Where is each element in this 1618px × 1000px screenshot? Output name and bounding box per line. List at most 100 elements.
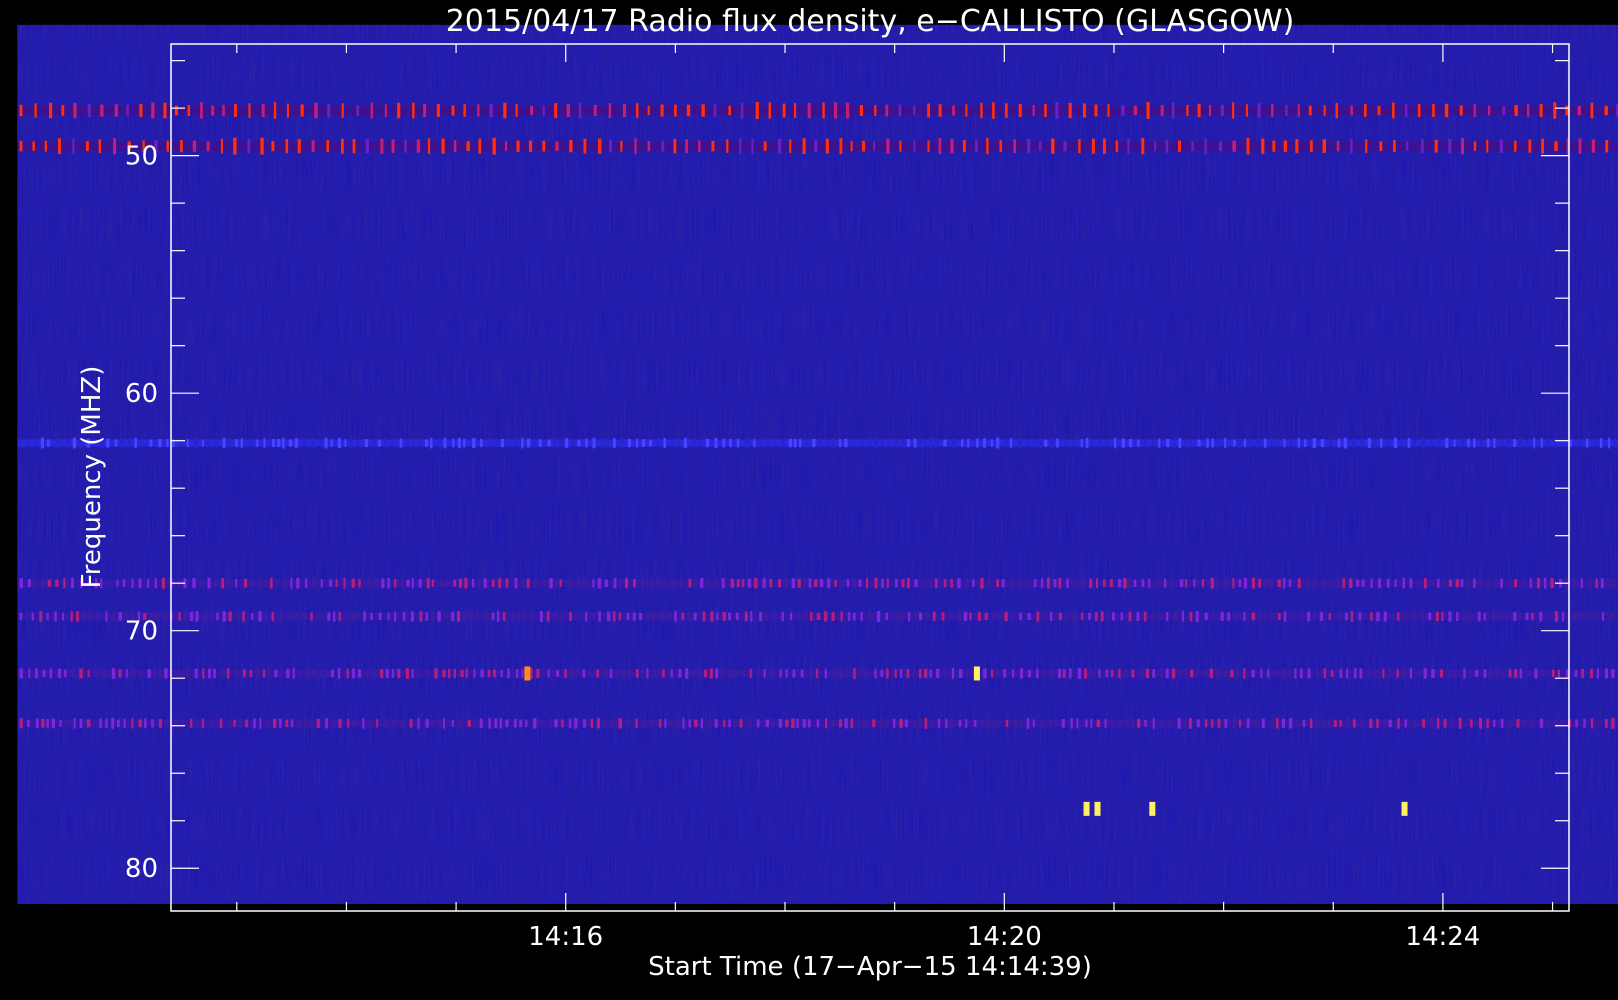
band-streak [1053,578,1057,588]
band-streak [1184,668,1188,679]
band-streak [824,611,828,622]
band-streak [1163,578,1167,588]
band-streak [1105,438,1109,448]
band-streak [1397,612,1400,621]
band-streak [325,718,329,729]
band-streak [1500,578,1503,588]
band-streak [1090,438,1093,448]
band-streak [1413,612,1416,621]
band-streak [264,579,268,588]
band-streak [1288,718,1293,729]
band-streak [900,610,904,622]
band-streak [424,439,429,447]
band-streak [1322,139,1327,153]
band-streak [1431,579,1435,587]
band-streak [1397,718,1400,729]
band-streak [290,719,294,728]
band-streak [1379,141,1383,152]
band-streak [818,438,821,448]
band-streak [827,578,831,589]
band-streak [759,611,762,622]
band-streak [1195,611,1199,622]
band-streak [1565,105,1569,116]
band-streak [215,438,218,448]
band-streak [46,612,49,621]
band-streak [318,611,321,622]
band-streak [451,719,454,727]
band-streak [64,669,67,678]
band-streak [1173,437,1176,449]
band-streak [1386,578,1390,588]
band-streak [256,439,259,447]
band-streak [1220,611,1224,621]
band-streak [499,718,502,729]
band-streak [1277,612,1281,621]
band-streak [552,611,556,622]
band-streak [351,611,355,622]
band-streak [913,105,916,116]
band-streak [865,668,868,679]
band-streak [457,437,461,449]
band-streak [1049,611,1053,621]
band-streak [268,669,272,678]
band-streak [1527,669,1531,678]
band-streak [1111,718,1114,729]
band-streak [1273,669,1276,678]
band-streak [1146,102,1150,119]
band-streak [683,437,688,449]
band-streak [569,139,573,153]
band-streak [730,578,735,588]
band-streak [1088,612,1091,621]
band-streak [116,719,120,728]
band-streak [158,438,162,448]
band-streak [1044,439,1048,447]
band-streak [235,669,240,678]
band-streak [1404,611,1408,621]
band-streak [211,105,215,116]
band-streak [703,669,708,678]
band-streak [221,577,225,589]
band-streak [583,138,587,154]
band-streak [277,439,281,448]
band-streak [1058,612,1062,621]
band-streak [141,438,144,448]
band-streak [1133,579,1137,588]
band-streak [405,668,410,679]
band-streak [243,578,248,588]
band-streak [487,669,491,678]
band-streak [1010,578,1014,589]
band-streak [1140,668,1144,679]
band-streak [1151,612,1154,621]
band-streak [1339,668,1343,679]
band-streak [769,579,773,588]
band-streak [564,668,567,679]
band-streak [996,718,999,728]
band-streak [635,718,638,729]
band-streak [1596,668,1599,679]
band-streak [825,138,829,154]
band-streak [1233,439,1236,447]
band-streak [1224,437,1227,449]
band-streak [1254,719,1257,728]
band-streak [1531,612,1534,621]
band-streak [33,577,36,589]
band-streak [618,612,621,621]
band-streak [1525,612,1529,621]
band-streak [1353,668,1357,679]
band-streak [1297,104,1300,117]
band-streak [1413,438,1417,448]
band-streak [1027,669,1032,678]
band-streak [660,611,664,622]
band-streak [1463,668,1466,679]
band-streak [604,579,609,588]
band-streak [618,578,622,588]
band-streak [901,438,906,449]
band-streak [410,611,414,622]
band-streak [1363,104,1367,117]
band-streak [1212,611,1216,622]
band-streak [434,668,438,679]
band-streak [40,437,44,449]
band-streak [327,103,331,118]
band-streak [1330,669,1334,678]
band-streak [498,578,502,589]
